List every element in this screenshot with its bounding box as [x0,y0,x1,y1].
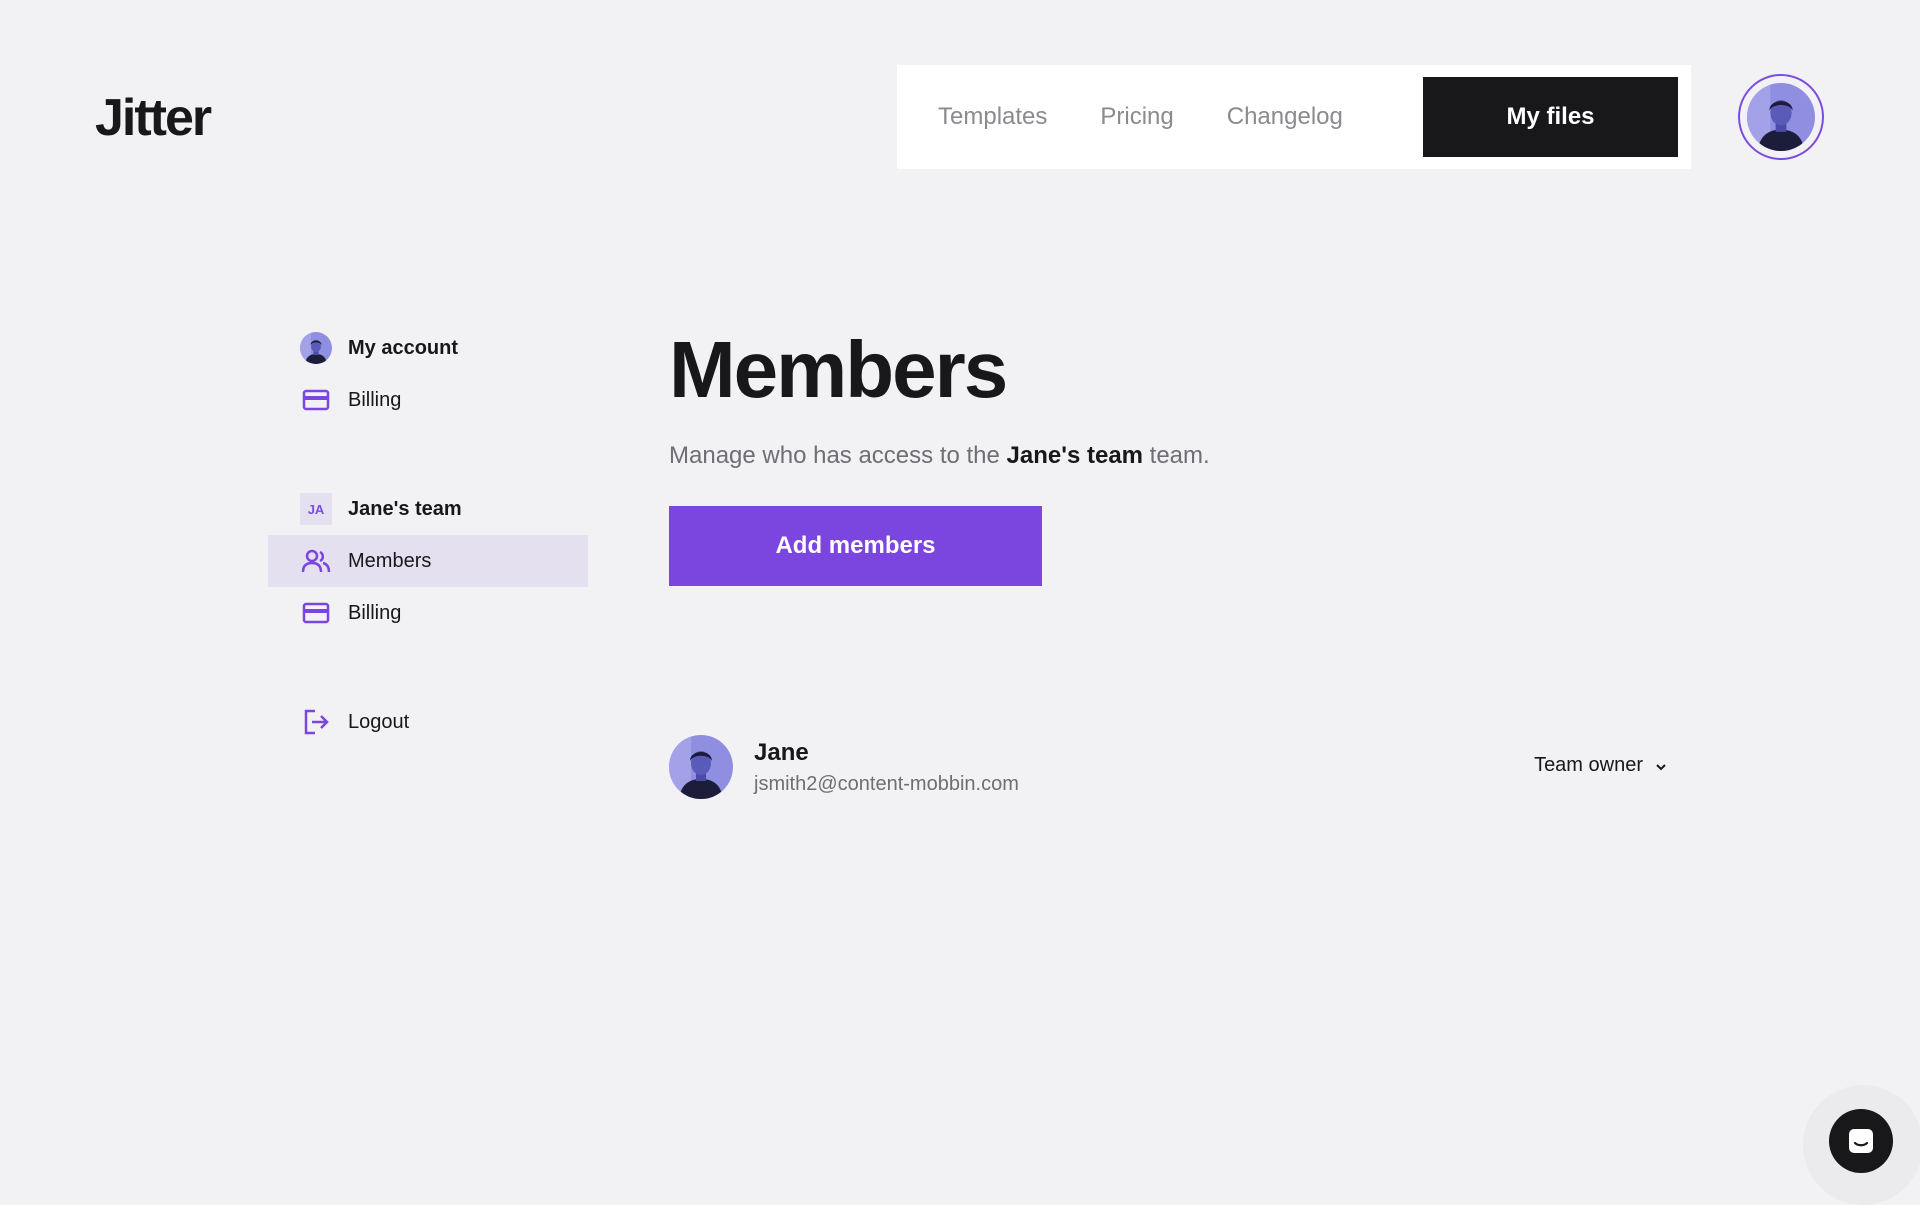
page-title: Members [669,325,1008,414]
subtitle-team-name: Jane's team [1006,442,1143,469]
top-navigation: Templates Pricing Changelog My files [897,65,1691,169]
logout-icon [300,706,332,738]
member-info: Jane jsmith2@content-mobbin.com [754,739,1019,796]
avatar-image [1747,83,1815,151]
member-row: Jane jsmith2@content-mobbin.com Team own… [669,734,1669,800]
subtitle-prefix: Manage who has access to the [669,442,1007,469]
page-subtitle: Manage who has access to the Jane's team… [669,442,1669,470]
sidebar-item-label: Billing [348,388,402,411]
sidebar-item-logout[interactable]: Logout [268,696,588,748]
settings-sidebar: My account Billing JA Jane's team Member… [268,322,588,748]
members-panel: Members Manage who has access to the Jan… [669,322,1669,586]
chat-launcher-button[interactable] [1829,1109,1893,1173]
nav-pricing-link[interactable]: Pricing [1100,103,1173,131]
sidebar-item-label: Jane's team [348,497,462,520]
chevron-down-icon [1655,754,1667,777]
sidebar-item-label: Logout [348,710,410,733]
sidebar-item-label: Members [348,549,432,572]
sidebar-item-members[interactable]: Members [268,535,588,587]
sidebar-item-label: Billing [348,601,402,624]
add-members-button[interactable]: Add members [669,506,1042,586]
sidebar-item-my-account[interactable]: My account [268,322,588,374]
subtitle-suffix: team. [1143,442,1210,469]
my-files-button[interactable]: My files [1423,77,1678,157]
sidebar-item-account-billing[interactable]: Billing [268,374,588,426]
sidebar-item-label: My account [348,336,459,359]
user-avatar-icon [300,332,332,364]
member-role-value: Team owner [1534,754,1643,776]
credit-card-icon [300,384,332,416]
team-badge: JA [300,493,332,525]
users-icon [300,545,332,577]
member-email: jsmith2@content-mobbin.com [754,772,1019,795]
nav-templates-link[interactable]: Templates [938,103,1047,131]
credit-card-icon [300,597,332,629]
member-avatar [669,735,733,799]
user-avatar-menu[interactable] [1738,74,1824,160]
sidebar-item-team-billing[interactable]: Billing [268,587,588,639]
member-name: Jane [754,738,809,766]
member-role-dropdown[interactable]: Team owner [1534,754,1667,777]
nav-changelog-link[interactable]: Changelog [1227,103,1343,131]
team-badge-initials: JA [300,493,332,525]
chat-icon [1849,1129,1873,1153]
jitter-logo[interactable]: Jitter [95,88,212,148]
sidebar-item-team[interactable]: JA Jane's team [268,483,588,535]
